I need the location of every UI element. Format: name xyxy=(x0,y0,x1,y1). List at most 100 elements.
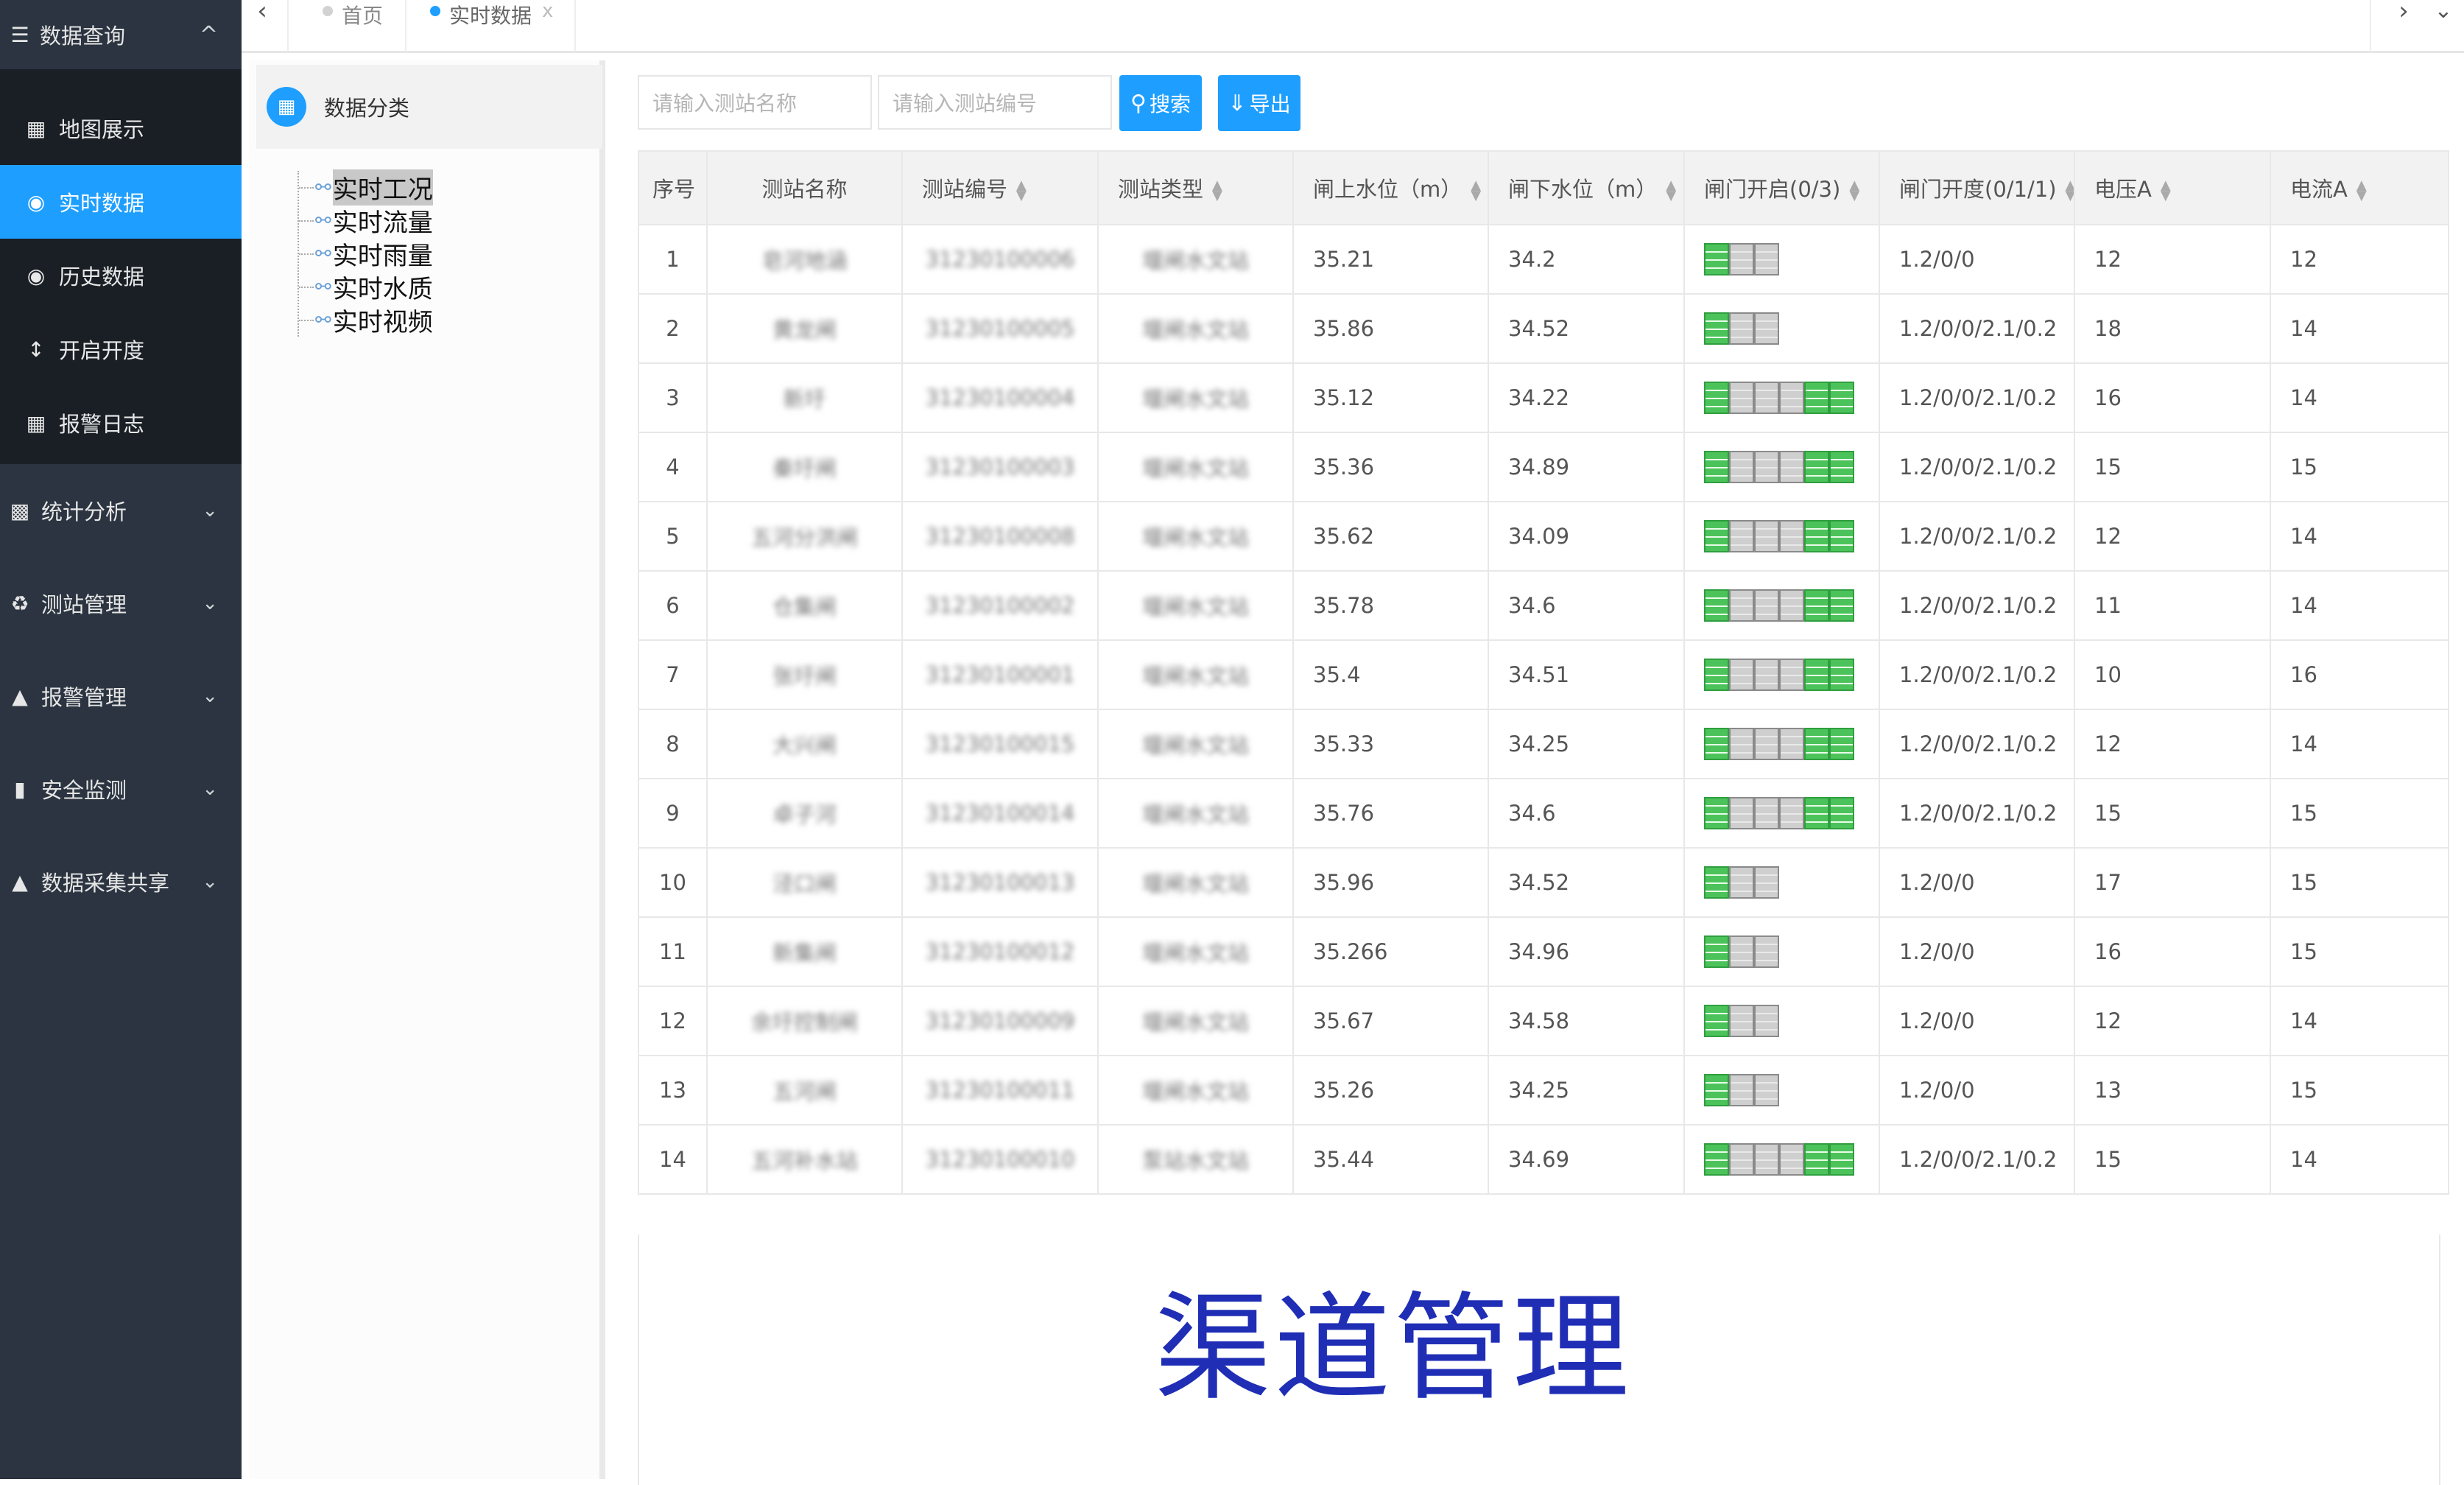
tab-menu-chevron-icon[interactable]: ⌄ xyxy=(2429,0,2458,27)
node-icon: ⚯ xyxy=(315,209,331,232)
cell-station-type: 堰闸水文站 xyxy=(1097,639,1294,710)
tree-item-realtime-rainfall[interactable]: ⚯ 实时雨量 xyxy=(299,237,433,271)
sidebar-item-alarm-log[interactable]: ▦ 报警日志 xyxy=(0,386,242,460)
gate-closed-icon xyxy=(1754,728,1779,760)
gate-closed-icon xyxy=(1729,451,1754,483)
sort-icon[interactable]: ▲ ▼ xyxy=(1016,179,1027,203)
cell-station-name: 余圩控制闸 xyxy=(706,986,903,1056)
sort-icon[interactable]: ▲ ▼ xyxy=(1666,179,1676,203)
gate-closed-icon xyxy=(1779,520,1804,552)
header-current[interactable]: 电流A ▲ ▼ xyxy=(2270,150,2449,225)
sidebar-item-map[interactable]: ▦ 地图展示 xyxy=(0,91,242,165)
table-row[interactable]: 9 卓子河 31230100014 堰闸水文站 35.76 34.6 1.2/0/0/2.1… xyxy=(638,778,2449,849)
cell-gate-opening-text: 1.2/0/0 xyxy=(1899,870,1975,895)
menu-safety-monitoring[interactable]: ▮ 安全监测 ⌄ xyxy=(0,742,242,835)
header-gate-opening[interactable]: 闸门开度(0/1/1) ▲ ▼ xyxy=(1879,150,2075,225)
table-row[interactable]: 5 五河分洪闸 31230100008 堰闸水文站 35.62 34.09 1.2/0/0/… xyxy=(638,501,2449,572)
cell-current-text: 14 xyxy=(2290,1147,2317,1172)
menu-statistics[interactable]: ▩ 统计分析 ⌄ xyxy=(0,464,242,557)
tree-item-realtime-condition[interactable]: ⚯ 实时工况 xyxy=(299,169,433,206)
cell-station-code: 31230100006 xyxy=(901,224,1099,295)
table-row[interactable]: 14 五河补水站 31230100010 泵站水文站 35.44 34.69 1.2/0/0… xyxy=(638,1124,2449,1195)
gate-open-icon xyxy=(1804,659,1829,691)
menu-alarm-management[interactable]: ▲ 报警管理 ⌄ xyxy=(0,650,242,742)
tab-home[interactable]: 首页 xyxy=(323,0,383,29)
cell-gate-opening-text: 1.2/0/0 xyxy=(1899,247,1975,272)
cell-station-name: 五河闸 xyxy=(706,1055,903,1126)
header-voltage[interactable]: 电压A ▲ ▼ xyxy=(2074,150,2271,225)
cell-station-name-text: 五河分洪闸 xyxy=(750,525,858,550)
cell-gate-opening-text: 1.2/0/0 xyxy=(1899,1008,1975,1033)
cell-voltage: 10 xyxy=(2074,639,2271,710)
sidebar-item-label: 开启开度 xyxy=(59,338,145,363)
table-row[interactable]: 2 黄龙闸 31230100005 堰闸水文站 35.86 34.52 1.2/0/0/2.… xyxy=(638,293,2449,364)
table-row[interactable]: 4 秦圩闸 31230100003 堰闸水文站 35.36 34.89 1.2/0/0/2.… xyxy=(638,432,2449,502)
gate-open-icon xyxy=(1704,1005,1729,1037)
table-row[interactable]: 3 新圩 31230100004 堰闸水文站 35.12 34.22 1.2/0/0/2.1… xyxy=(638,362,2449,433)
header-station-type[interactable]: 测站类型 ▲ ▼ xyxy=(1097,150,1294,225)
cell-no: 4 xyxy=(638,432,708,502)
station-code-input[interactable]: 请输入测站编号 xyxy=(878,75,1112,130)
cell-no-text: 11 xyxy=(659,939,686,964)
table-row[interactable]: 8 大兴闸 31230100015 堰闸水文站 35.33 34.25 1.2/0/0/2.… xyxy=(638,709,2449,779)
sort-icon[interactable]: ▲ ▼ xyxy=(1849,179,1859,203)
menu-station-management[interactable]: ♻ 测站管理 ⌄ xyxy=(0,557,242,650)
sidebar-item-history[interactable]: ◉ 历史数据 xyxy=(0,239,242,312)
header-gate-open[interactable]: 闸门开启(0/3) ▲ ▼ xyxy=(1683,150,1880,225)
station-name-input[interactable]: 请输入测站名称 xyxy=(638,75,872,130)
tab-realtime-data[interactable]: 实时数据 x xyxy=(430,0,553,29)
table-row[interactable]: 7 张圩闸 31230100001 堰闸水文站 35.4 34.51 1.2/0/0/2.1… xyxy=(638,639,2449,710)
table-row[interactable]: 6 仓集闸 31230100002 堰闸水文站 35.78 34.6 1.2/0/0/2.1… xyxy=(638,570,2449,641)
table-row[interactable]: 10 泾口闸 31230100013 堰闸水文站 35.96 34.52 1.2/0/0 17… xyxy=(638,847,2449,918)
map-icon: ▦ xyxy=(26,116,46,141)
search-button[interactable]: ⚲ 搜索 xyxy=(1119,75,1202,131)
menu-data-sharing[interactable]: ▲ 数据采集共享 ⌄ xyxy=(0,835,242,928)
sort-icon[interactable]: ▲ ▼ xyxy=(2356,179,2367,203)
cell-station-type-text: 堰闸水文站 xyxy=(1141,871,1249,896)
cell-upstream-level: 35.96 xyxy=(1292,847,1489,918)
header-label: 电压A xyxy=(2094,177,2152,202)
sort-icon[interactable]: ▲ ▼ xyxy=(2066,179,2073,203)
header-station-name: 测站名称 xyxy=(706,150,903,225)
sort-icon[interactable]: ▲ ▼ xyxy=(1471,179,1481,203)
sidebar-item-realtime[interactable]: ◉ 实时数据 xyxy=(0,165,242,239)
chevron-down-icon: ⌄ xyxy=(202,778,218,800)
cell-station-type-text: 堰闸水文站 xyxy=(1141,1010,1249,1035)
cell-voltage: 16 xyxy=(2074,916,2271,987)
table-header-row: 序号 测站名称 测站编号 ▲ ▼ 测站类型 ▲ ▼ 闸上水位（m） ▲ ▼ 闸下水位（m） ▲… xyxy=(638,150,2449,225)
close-icon[interactable]: x xyxy=(542,0,553,22)
tab-scroll-left-icon[interactable]: ‹ xyxy=(247,0,277,27)
sidebar-item-label: 报警日志 xyxy=(59,412,145,437)
cell-voltage: 13 xyxy=(2074,1055,2271,1126)
sidebar-item-opening[interactable]: ↕ 开启开度 xyxy=(0,312,242,386)
cell-downstream-level-text: 34.52 xyxy=(1508,316,1570,341)
tree-item-realtime-video[interactable]: ⚯ 实时视频 xyxy=(299,303,433,337)
sort-icon[interactable]: ▲ ▼ xyxy=(2161,179,2171,203)
cell-no: 2 xyxy=(638,293,708,364)
cell-downstream-level: 34.52 xyxy=(1488,847,1685,918)
header-downstream-level[interactable]: 闸下水位（m） ▲ ▼ xyxy=(1488,150,1685,225)
gate-closed-icon xyxy=(1729,243,1754,275)
cell-downstream-level: 34.25 xyxy=(1488,709,1685,779)
header-upstream-level[interactable]: 闸上水位（m） ▲ ▼ xyxy=(1292,150,1489,225)
table-row[interactable]: 11 新集闸 31230100012 堰闸水文站 35.266 34.96 1.2/0/0 1… xyxy=(638,916,2449,987)
tree-item-realtime-water-quality[interactable]: ⚯ 实时水质 xyxy=(299,270,433,304)
cell-current-text: 14 xyxy=(2290,593,2317,618)
cell-gate-opening: 1.2/0/0/2.1/0.2 xyxy=(1879,362,2075,433)
cell-upstream-level: 35.67 xyxy=(1292,986,1489,1056)
cell-station-code-text: 31230100015 xyxy=(925,731,1075,756)
gate-closed-icon xyxy=(1729,520,1754,552)
cell-no: 6 xyxy=(638,570,708,641)
menu-data-query[interactable]: ☰ 数据查询 ^ xyxy=(0,0,242,69)
table-row[interactable]: 13 五河闸 31230100011 堰闸水文站 35.26 34.25 1.2/0/0 13… xyxy=(638,1055,2449,1126)
tab-scroll-right-icon[interactable]: › xyxy=(2389,0,2418,27)
table-row[interactable]: 12 余圩控制闸 31230100009 堰闸水文站 35.67 34.58 1.2/0/0… xyxy=(638,986,2449,1056)
tree-item-realtime-flow[interactable]: ⚯ 实时流量 xyxy=(299,204,433,238)
sort-icon[interactable]: ▲ ▼ xyxy=(1212,179,1222,203)
cell-station-code: 31230100014 xyxy=(901,778,1099,849)
cell-upstream-level: 35.62 xyxy=(1292,501,1489,572)
export-button[interactable]: ⇓ 导出 xyxy=(1218,75,1300,131)
table-row[interactable]: 1 皂河地涵 31230100006 堰闸水文站 35.21 34.2 1.2/0/0 12 1… xyxy=(638,224,2449,295)
gate-open-icon xyxy=(1704,589,1729,622)
header-station-code[interactable]: 测站编号 ▲ ▼ xyxy=(901,150,1099,225)
